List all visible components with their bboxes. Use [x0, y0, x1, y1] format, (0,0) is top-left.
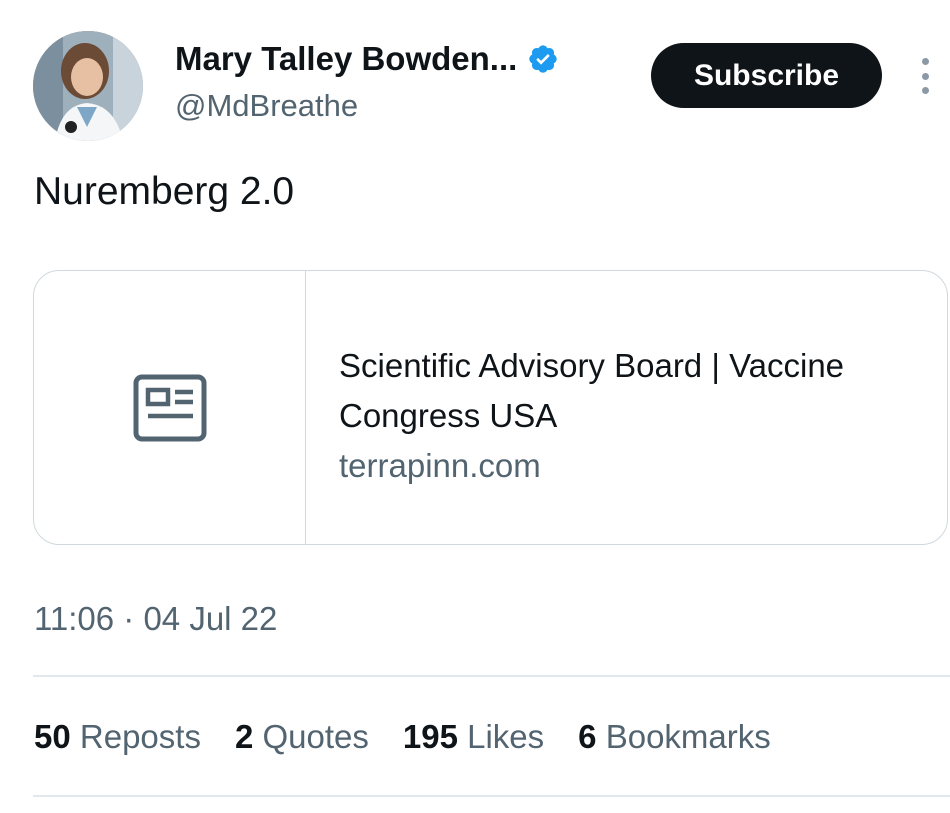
stat-bookmarks[interactable]: 6 Bookmarks — [578, 718, 771, 756]
stat-count: 2 — [234, 718, 254, 755]
stat-count: 6 — [578, 718, 597, 755]
stat-count: 195 — [402, 718, 458, 755]
tweet-timestamp[interactable]: 11:06 · 04 Jul 22 — [34, 600, 277, 638]
article-icon — [133, 374, 206, 441]
stat-label: Quotes — [262, 718, 369, 755]
link-card-domain: terrapinn.com — [339, 447, 541, 484]
engagement-stats: 50 Reposts 2 Quotes 195 Likes 6 Bookmark… — [34, 718, 771, 756]
stat-likes[interactable]: 195 Likes — [403, 718, 544, 756]
stat-reposts[interactable]: 50 Reposts — [34, 718, 201, 756]
avatar-photo-icon — [33, 31, 143, 141]
verified-badge-icon[interactable] — [527, 43, 559, 75]
stat-label: Reposts — [79, 718, 201, 755]
author-name-row: Mary Talley Bowden... — [175, 40, 559, 78]
avatar[interactable] — [33, 31, 143, 141]
more-options-icon[interactable] — [918, 58, 932, 94]
tweet-detail: Mary Talley Bowden... @MdBreathe Subscri… — [0, 0, 950, 813]
link-card-thumbnail — [34, 271, 306, 544]
tweet-text: Nuremberg 2.0 — [34, 170, 295, 213]
stat-label: Bookmarks — [605, 718, 771, 755]
link-card-body: Scientific Advisory Board | Vaccine Cong… — [306, 271, 947, 544]
link-card-title: Scientific Advisory Board | Vaccine Cong… — [339, 347, 845, 434]
author-handle[interactable]: @MdBreathe — [175, 88, 358, 124]
stat-count: 50 — [34, 718, 71, 755]
stat-label: Likes — [467, 718, 545, 755]
author-name[interactable]: Mary Talley Bowden... — [175, 40, 517, 78]
divider — [33, 675, 950, 677]
stat-quotes[interactable]: 2 Quotes — [235, 718, 369, 756]
subscribe-button[interactable]: Subscribe — [651, 43, 882, 108]
link-card[interactable]: Scientific Advisory Board | Vaccine Cong… — [33, 270, 948, 545]
divider — [33, 795, 950, 797]
